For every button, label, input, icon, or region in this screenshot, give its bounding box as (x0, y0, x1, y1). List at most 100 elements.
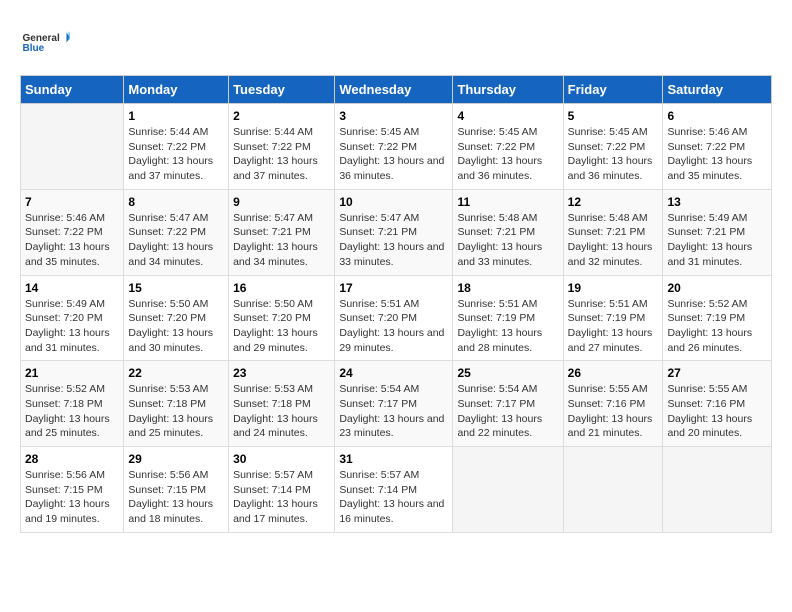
day-number: 6 (667, 109, 767, 123)
calendar-cell (663, 447, 772, 533)
day-info: Sunrise: 5:50 AMSunset: 7:20 PMDaylight:… (128, 298, 213, 354)
day-number: 20 (667, 281, 767, 295)
day-header-wednesday: Wednesday (335, 76, 453, 104)
day-info: Sunrise: 5:45 AMSunset: 7:22 PMDaylight:… (457, 126, 542, 182)
calendar-cell: 23Sunrise: 5:53 AMSunset: 7:18 PMDayligh… (229, 361, 335, 447)
day-number: 21 (25, 366, 119, 380)
day-number: 4 (457, 109, 558, 123)
calendar-cell: 3 Sunrise: 5:45 AMSunset: 7:22 PMDaylight… (335, 104, 453, 190)
week-row-4: 21 Sunrise: 5:52 AMSunset: 7:18 PMDayligh… (21, 361, 772, 447)
day-number: 7 (25, 195, 119, 209)
calendar-cell: 6 Sunrise: 5:46 AMSunset: 7:22 PMDaylight… (663, 104, 772, 190)
svg-text:General: General (23, 33, 60, 44)
calendar-cell: 21 Sunrise: 5:52 AMSunset: 7:18 PMDayligh… (21, 361, 124, 447)
calendar-cell: 12 Sunrise: 5:48 AMSunset: 7:21 PMDayligh… (563, 189, 663, 275)
day-number: 5 (568, 109, 659, 123)
day-info: Sunrise: 5:48 AMSunset: 7:21 PMDaylight:… (457, 212, 542, 268)
calendar-cell: 2 Sunrise: 5:44 AMSunset: 7:22 PMDaylight… (229, 104, 335, 190)
day-number: 11 (457, 195, 558, 209)
day-info: Sunrise: 5:52 AMSunset: 7:18 PMDaylight:… (25, 383, 110, 439)
calendar-cell: 1 Sunrise: 5:44 AMSunset: 7:22 PMDaylight… (124, 104, 229, 190)
day-info: Sunrise: 5:53 AMSunset: 7:18 PMDaylight:… (128, 383, 213, 439)
day-info: Sunrise: 5:56 AMSunset: 7:15 PMDaylight:… (128, 469, 213, 525)
calendar-cell: 24Sunrise: 5:54 AMSunset: 7:17 PMDayligh… (335, 361, 453, 447)
calendar-cell: 22 Sunrise: 5:53 AMSunset: 7:18 PMDayligh… (124, 361, 229, 447)
day-info: Sunrise: 5:47 AMSunset: 7:22 PMDaylight:… (128, 212, 213, 268)
day-number: 17 (339, 281, 448, 295)
logo: General Blue (20, 20, 70, 65)
day-info: Sunrise: 5:51 AMSunset: 7:20 PMDaylight:… (339, 298, 444, 354)
calendar-cell: 26 Sunrise: 5:55 AMSunset: 7:16 PMDayligh… (563, 361, 663, 447)
day-info: Sunrise: 5:49 AMSunset: 7:20 PMDaylight:… (25, 298, 110, 354)
day-number: 22 (128, 366, 224, 380)
day-header-tuesday: Tuesday (229, 76, 335, 104)
svg-text:Blue: Blue (23, 43, 45, 54)
calendar-cell: 30 Sunrise: 5:57 AMSunset: 7:14 PMDayligh… (229, 447, 335, 533)
day-header-monday: Monday (124, 76, 229, 104)
day-number: 31 (339, 452, 448, 466)
day-info: Sunrise: 5:44 AMSunset: 7:22 PMDaylight:… (128, 126, 213, 182)
day-number: 13 (667, 195, 767, 209)
week-row-1: 1 Sunrise: 5:44 AMSunset: 7:22 PMDaylight… (21, 104, 772, 190)
day-info: Sunrise: 5:47 AMSunset: 7:21 PMDaylight:… (233, 212, 318, 268)
calendar-cell: 10 Sunrise: 5:47 AMSunset: 7:21 PMDayligh… (335, 189, 453, 275)
day-info: Sunrise: 5:55 AMSunset: 7:16 PMDaylight:… (568, 383, 653, 439)
calendar-table: SundayMondayTuesdayWednesdayThursdayFrid… (20, 75, 772, 533)
day-number: 18 (457, 281, 558, 295)
calendar-cell: 4 Sunrise: 5:45 AMSunset: 7:22 PMDaylight… (453, 104, 563, 190)
calendar-cell: 27Sunrise: 5:55 AMSunset: 7:16 PMDayligh… (663, 361, 772, 447)
calendar-cell: 29 Sunrise: 5:56 AMSunset: 7:15 PMDayligh… (124, 447, 229, 533)
calendar-cell: 18Sunrise: 5:51 AMSunset: 7:19 PMDayligh… (453, 275, 563, 361)
day-number: 15 (128, 281, 224, 295)
week-row-2: 7 Sunrise: 5:46 AMSunset: 7:22 PMDaylight… (21, 189, 772, 275)
logo-svg: General Blue (20, 20, 70, 65)
day-number: 25 (457, 366, 558, 380)
day-info: Sunrise: 5:47 AMSunset: 7:21 PMDaylight:… (339, 212, 444, 268)
day-info: Sunrise: 5:56 AMSunset: 7:15 PMDaylight:… (25, 469, 110, 525)
day-info: Sunrise: 5:57 AMSunset: 7:14 PMDaylight:… (339, 469, 444, 525)
day-number: 19 (568, 281, 659, 295)
day-number: 28 (25, 452, 119, 466)
day-header-sunday: Sunday (21, 76, 124, 104)
day-header-saturday: Saturday (663, 76, 772, 104)
day-header-thursday: Thursday (453, 76, 563, 104)
day-number: 12 (568, 195, 659, 209)
calendar-cell: 14 Sunrise: 5:49 AMSunset: 7:20 PMDayligh… (21, 275, 124, 361)
day-number: 10 (339, 195, 448, 209)
day-number: 16 (233, 281, 330, 295)
day-number: 30 (233, 452, 330, 466)
calendar-cell: 16Sunrise: 5:50 AMSunset: 7:20 PMDayligh… (229, 275, 335, 361)
day-number: 2 (233, 109, 330, 123)
day-number: 26 (568, 366, 659, 380)
calendar-cell: 31 Sunrise: 5:57 AMSunset: 7:14 PMDayligh… (335, 447, 453, 533)
day-number: 1 (128, 109, 224, 123)
day-info: Sunrise: 5:45 AMSunset: 7:22 PMDaylight:… (339, 126, 444, 182)
calendar-cell: 28 Sunrise: 5:56 AMSunset: 7:15 PMDayligh… (21, 447, 124, 533)
calendar-cell: 11 Sunrise: 5:48 AMSunset: 7:21 PMDayligh… (453, 189, 563, 275)
day-info: Sunrise: 5:52 AMSunset: 7:19 PMDaylight:… (667, 298, 752, 354)
day-info: Sunrise: 5:54 AMSunset: 7:17 PMDaylight:… (339, 383, 444, 439)
calendar-cell (453, 447, 563, 533)
calendar-cell: 9 Sunrise: 5:47 AMSunset: 7:21 PMDaylight… (229, 189, 335, 275)
day-number: 27 (667, 366, 767, 380)
day-number: 9 (233, 195, 330, 209)
day-info: Sunrise: 5:45 AMSunset: 7:22 PMDaylight:… (568, 126, 653, 182)
day-info: Sunrise: 5:46 AMSunset: 7:22 PMDaylight:… (25, 212, 110, 268)
day-header-friday: Friday (563, 76, 663, 104)
calendar-cell: 19Sunrise: 5:51 AMSunset: 7:19 PMDayligh… (563, 275, 663, 361)
day-info: Sunrise: 5:54 AMSunset: 7:17 PMDaylight:… (457, 383, 542, 439)
calendar-cell (563, 447, 663, 533)
day-info: Sunrise: 5:44 AMSunset: 7:22 PMDaylight:… (233, 126, 318, 182)
header: General Blue (20, 20, 772, 65)
day-info: Sunrise: 5:57 AMSunset: 7:14 PMDaylight:… (233, 469, 318, 525)
week-row-3: 14 Sunrise: 5:49 AMSunset: 7:20 PMDayligh… (21, 275, 772, 361)
day-info: Sunrise: 5:48 AMSunset: 7:21 PMDaylight:… (568, 212, 653, 268)
day-number: 14 (25, 281, 119, 295)
calendar-cell: 15 Sunrise: 5:50 AMSunset: 7:20 PMDayligh… (124, 275, 229, 361)
calendar-cell: 5 Sunrise: 5:45 AMSunset: 7:22 PMDaylight… (563, 104, 663, 190)
calendar-cell: 7 Sunrise: 5:46 AMSunset: 7:22 PMDaylight… (21, 189, 124, 275)
day-number: 29 (128, 452, 224, 466)
calendar-cell: 25 Sunrise: 5:54 AMSunset: 7:17 PMDayligh… (453, 361, 563, 447)
day-info: Sunrise: 5:46 AMSunset: 7:22 PMDaylight:… (667, 126, 752, 182)
day-number: 3 (339, 109, 448, 123)
